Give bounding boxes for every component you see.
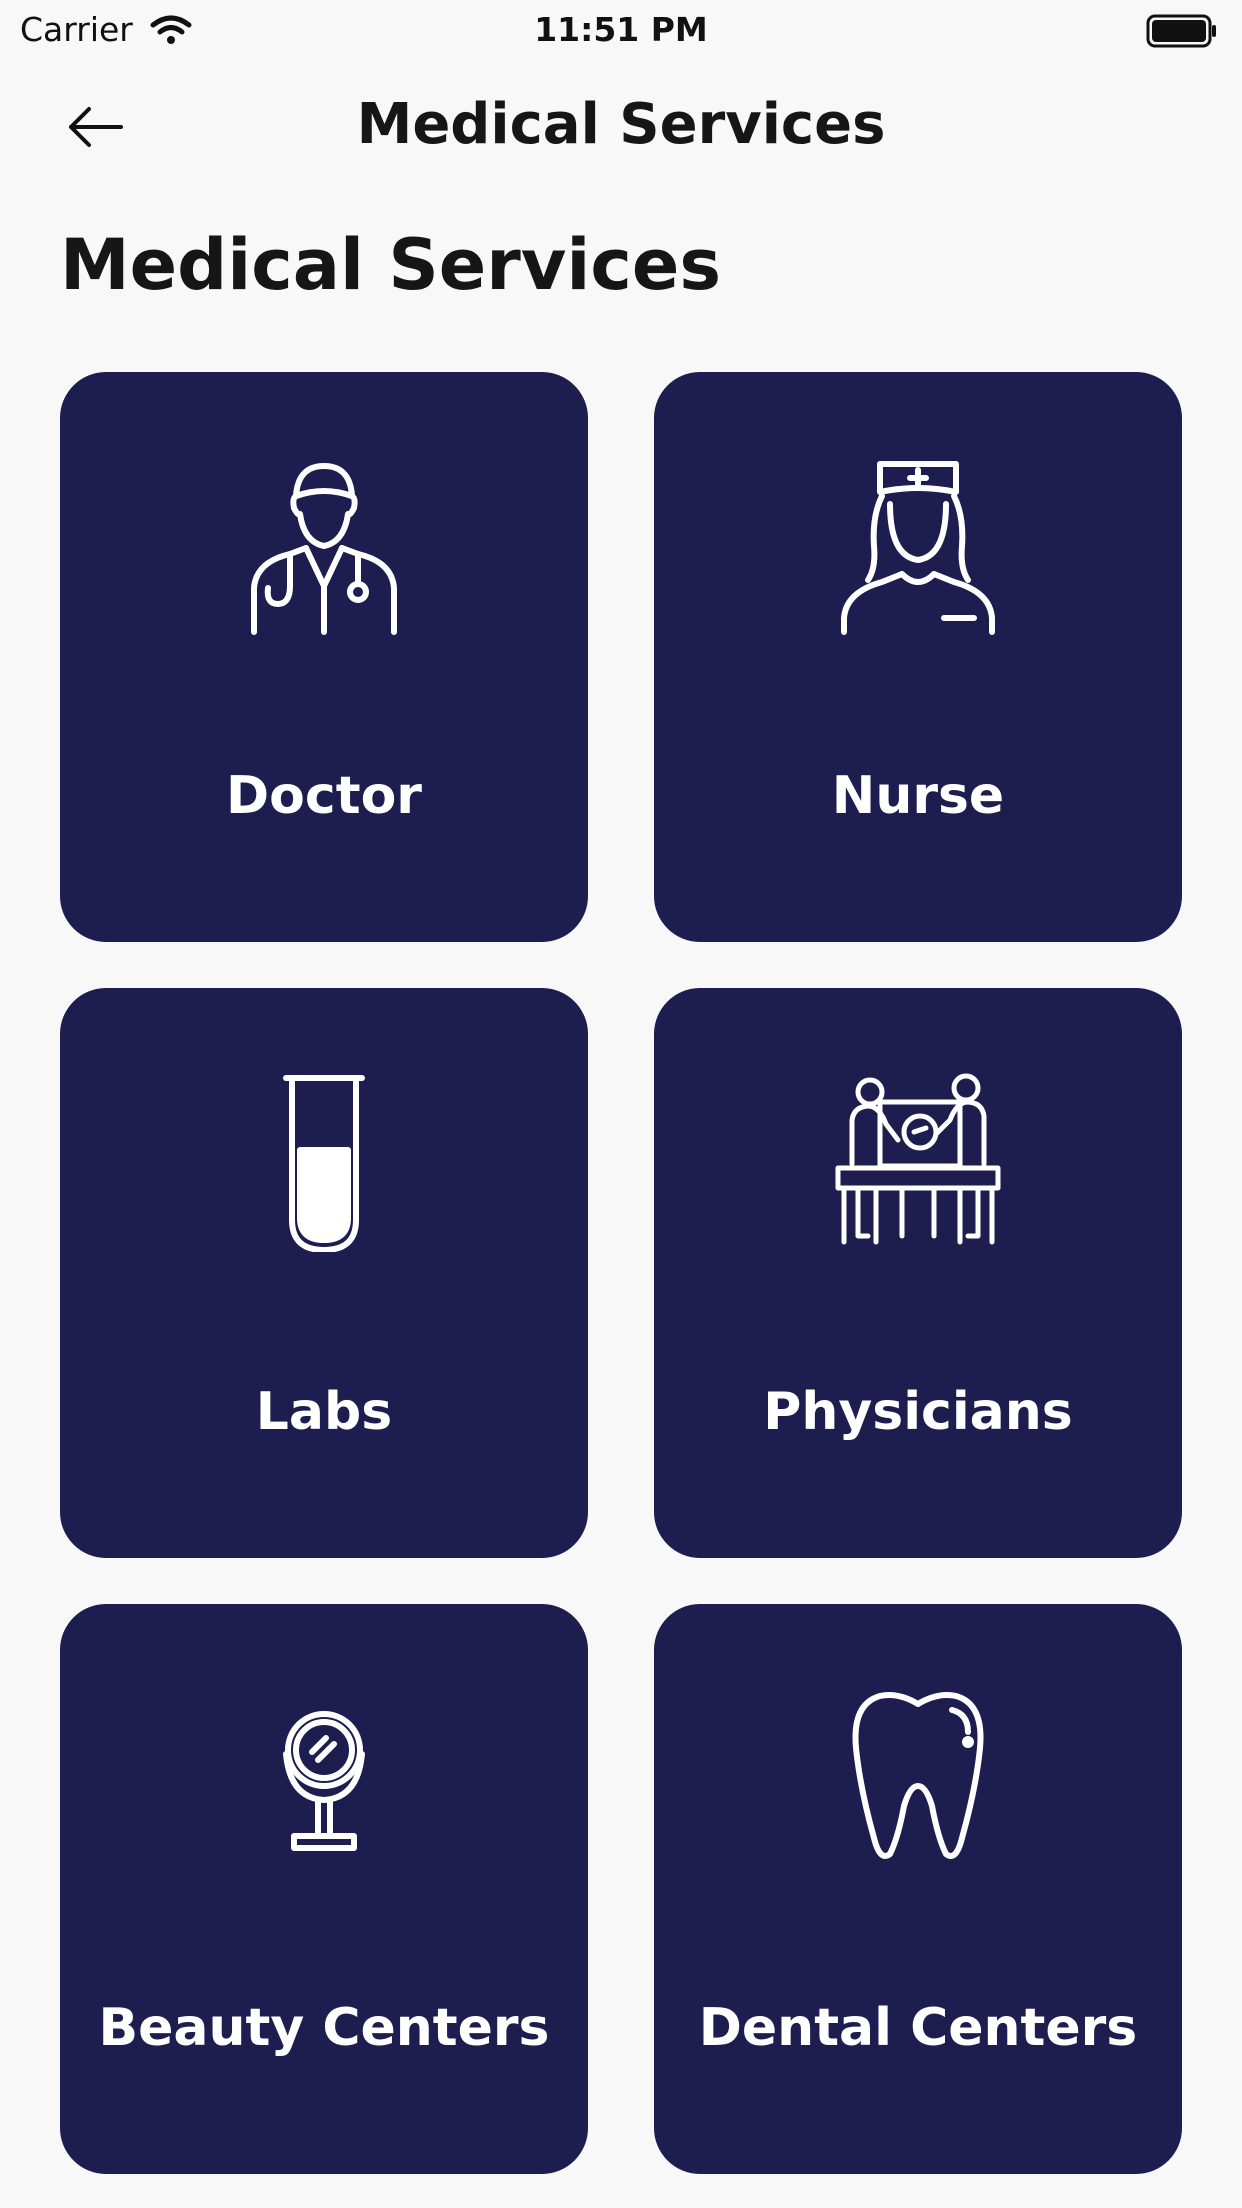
nav-title: Medical Services [356,92,886,157]
service-label: Physicians [763,1382,1073,1442]
consultation-icon [835,1073,1001,1245]
nurse-icon [841,461,995,635]
service-card-beauty-centers[interactable]: Beauty Centers [60,1604,588,2174]
service-label: Nurse [831,766,1005,826]
service-label: Dental Centers [698,1998,1138,2058]
navigation-bar: Medical Services [0,62,1242,192]
status-time: 11:51 PM [534,10,708,49]
tooth-icon [852,1692,984,1859]
service-label: Doctor [226,766,422,826]
page-title: Medical Services [60,224,722,306]
status-bar: Carrier 11:51 PM [0,0,1242,62]
service-card-physicians[interactable]: Physicians [654,988,1182,1558]
service-card-doctor[interactable]: Doctor [60,372,588,942]
services-grid: Doctor Nurse Labs Physicians Beauty Cent… [60,372,1182,2174]
service-card-nurse[interactable]: Nurse [654,372,1182,942]
service-card-labs[interactable]: Labs [60,988,588,1558]
test-tube-icon [283,1075,365,1252]
service-label: Beauty Centers [98,1998,550,2058]
doctor-icon [251,463,397,635]
battery-icon [1146,14,1216,48]
service-label: Labs [255,1382,393,1442]
service-card-dental-centers[interactable]: Dental Centers [654,1604,1182,2174]
mirror-icon [283,1711,365,1851]
